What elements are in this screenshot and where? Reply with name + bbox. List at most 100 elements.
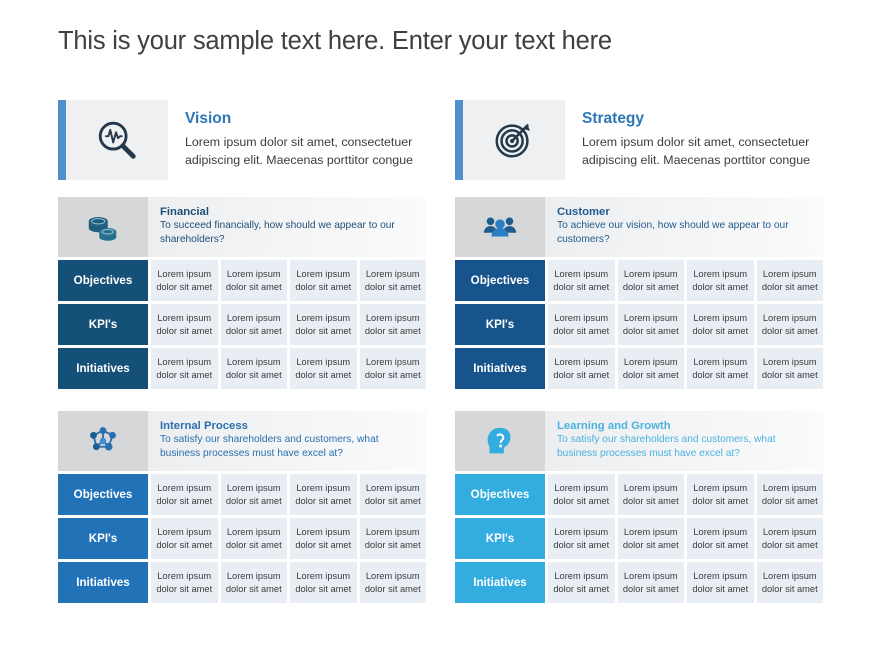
row-cells: Lorem ipsum dolor sit amet Lorem ipsum d… xyxy=(151,348,426,389)
people-group-icon xyxy=(481,208,519,246)
table-cell[interactable]: Lorem ipsum dolor sit amet xyxy=(548,348,615,389)
row-cells: Lorem ipsum dolor sit amet Lorem ipsum d… xyxy=(151,304,426,345)
row-cells: Lorem ipsum dolor sit amet Lorem ipsum d… xyxy=(548,304,823,345)
quadrant-subtitle: To achieve our vision, how should we app… xyxy=(557,220,789,246)
quadrant-title: Customer xyxy=(557,206,610,218)
table-cell[interactable]: Lorem ipsum dolor sit amet xyxy=(617,474,684,515)
statement-card-strategy: Strategy Lorem ipsum dolor sit amet, con… xyxy=(455,100,823,180)
table-row: KPI's Lorem ipsum dolor sit amet Lorem i… xyxy=(455,304,823,345)
table-cell[interactable]: Lorem ipsum dolor sit amet xyxy=(359,474,426,515)
row-cells: Lorem ipsum dolor sit amet Lorem ipsum d… xyxy=(548,474,823,515)
table-cell[interactable]: Lorem ipsum dolor sit amet xyxy=(151,474,218,515)
statement-icon-box xyxy=(463,100,565,180)
table-cell[interactable]: Lorem ipsum dolor sit amet xyxy=(290,260,357,301)
table-cell[interactable]: Lorem ipsum dolor sit amet xyxy=(617,304,684,345)
statement-body: Vision Lorem ipsum dolor sit amet, conse… xyxy=(168,100,426,180)
quadrant-header-text: Internal Process To satisfy our sharehol… xyxy=(148,411,426,471)
table-row: KPI's Lorem ipsum dolor sit amet Lorem i… xyxy=(455,518,823,559)
quadrant-icon-box xyxy=(58,411,148,471)
table-cell[interactable]: Lorem ipsum dolor sit amet xyxy=(617,518,684,559)
table-cell[interactable]: Lorem ipsum dolor sit amet xyxy=(687,518,754,559)
table-cell[interactable]: Lorem ipsum dolor sit amet xyxy=(151,304,218,345)
table-cell[interactable]: Lorem ipsum dolor sit amet xyxy=(290,562,357,603)
table-row: Initiatives Lorem ipsum dolor sit amet L… xyxy=(455,348,823,389)
quadrant-header-text: Financial To succeed financially, how sh… xyxy=(148,197,426,257)
table-cell[interactable]: Lorem ipsum dolor sit amet xyxy=(548,518,615,559)
table-cell[interactable]: Lorem ipsum dolor sit amet xyxy=(687,348,754,389)
table-cell[interactable]: Lorem ipsum dolor sit amet xyxy=(548,562,615,603)
row-label-kpis: KPI's xyxy=(455,518,545,559)
table-cell[interactable]: Lorem ipsum dolor sit amet xyxy=(220,474,287,515)
table-cell[interactable]: Lorem ipsum dolor sit amet xyxy=(220,562,287,603)
quadrant-header-text: Learning and Growth To satisfy our share… xyxy=(545,411,823,471)
accent-bar xyxy=(58,100,66,180)
target-arrow-icon xyxy=(491,117,537,163)
table-cell[interactable]: Lorem ipsum dolor sit amet xyxy=(151,518,218,559)
table-cell[interactable]: Lorem ipsum dolor sit amet xyxy=(220,260,287,301)
quadrant-header: Internal Process To satisfy our sharehol… xyxy=(58,411,426,471)
table-cell[interactable]: Lorem ipsum dolor sit amet xyxy=(151,562,218,603)
statement-icon-box xyxy=(66,100,168,180)
network-nodes-icon xyxy=(84,422,122,460)
quadrant-learning-growth: Learning and Growth To satisfy our share… xyxy=(455,411,823,603)
table-cell[interactable]: Lorem ipsum dolor sit amet xyxy=(359,304,426,345)
quadrant-title: Learning and Growth xyxy=(557,420,671,432)
table-row: Objectives Lorem ipsum dolor sit amet Lo… xyxy=(455,474,823,515)
table-cell[interactable]: Lorem ipsum dolor sit amet xyxy=(220,348,287,389)
table-cell[interactable]: Lorem ipsum dolor sit amet xyxy=(756,348,823,389)
table-cell[interactable]: Lorem ipsum dolor sit amet xyxy=(756,304,823,345)
table-cell[interactable]: Lorem ipsum dolor sit amet xyxy=(359,518,426,559)
quadrant-icon-box xyxy=(455,411,545,471)
quadrant-header: Customer To achieve our vision, how shou… xyxy=(455,197,823,257)
table-row: Initiatives Lorem ipsum dolor sit amet L… xyxy=(455,562,823,603)
table-cell[interactable]: Lorem ipsum dolor sit amet xyxy=(290,348,357,389)
table-cell[interactable]: Lorem ipsum dolor sit amet xyxy=(617,260,684,301)
row-label-kpis: KPI's xyxy=(58,518,148,559)
row-cells: Lorem ipsum dolor sit amet Lorem ipsum d… xyxy=(151,474,426,515)
table-cell[interactable]: Lorem ipsum dolor sit amet xyxy=(756,562,823,603)
row-label-kpis: KPI's xyxy=(58,304,148,345)
quadrant-financial: Financial To succeed financially, how sh… xyxy=(58,197,426,389)
quadrant-title: Financial xyxy=(160,206,209,218)
quadrant-internal-process: Internal Process To satisfy our sharehol… xyxy=(58,411,426,603)
table-cell[interactable]: Lorem ipsum dolor sit amet xyxy=(151,260,218,301)
table-row: Initiatives Lorem ipsum dolor sit amet L… xyxy=(58,562,426,603)
table-row: KPI's Lorem ipsum dolor sit amet Lorem i… xyxy=(58,304,426,345)
table-cell[interactable]: Lorem ipsum dolor sit amet xyxy=(220,518,287,559)
table-cell[interactable]: Lorem ipsum dolor sit amet xyxy=(290,304,357,345)
table-cell[interactable]: Lorem ipsum dolor sit amet xyxy=(756,518,823,559)
table-cell[interactable]: Lorem ipsum dolor sit amet xyxy=(687,304,754,345)
row-label-initiatives: Initiatives xyxy=(58,348,148,389)
row-label-objectives: Objectives xyxy=(58,260,148,301)
table-cell[interactable]: Lorem ipsum dolor sit amet xyxy=(617,348,684,389)
table-cell[interactable]: Lorem ipsum dolor sit amet xyxy=(290,474,357,515)
table-row: Objectives Lorem ipsum dolor sit amet Lo… xyxy=(455,260,823,301)
table-row: Initiatives Lorem ipsum dolor sit amet L… xyxy=(58,348,426,389)
row-cells: Lorem ipsum dolor sit amet Lorem ipsum d… xyxy=(548,562,823,603)
row-cells: Lorem ipsum dolor sit amet Lorem ipsum d… xyxy=(548,518,823,559)
table-cell[interactable]: Lorem ipsum dolor sit amet xyxy=(290,518,357,559)
row-cells: Lorem ipsum dolor sit amet Lorem ipsum d… xyxy=(151,562,426,603)
table-cell[interactable]: Lorem ipsum dolor sit amet xyxy=(687,260,754,301)
table-cell[interactable]: Lorem ipsum dolor sit amet xyxy=(617,562,684,603)
statement-title: Strategy xyxy=(582,110,645,128)
table-cell[interactable]: Lorem ipsum dolor sit amet xyxy=(548,474,615,515)
quadrant-customer: Customer To achieve our vision, how shou… xyxy=(455,197,823,389)
row-label-initiatives: Initiatives xyxy=(455,348,545,389)
table-cell[interactable]: Lorem ipsum dolor sit amet xyxy=(359,562,426,603)
row-label-objectives: Objectives xyxy=(58,474,148,515)
table-cell[interactable]: Lorem ipsum dolor sit amet xyxy=(359,260,426,301)
table-cell[interactable]: Lorem ipsum dolor sit amet xyxy=(687,474,754,515)
table-row: Objectives Lorem ipsum dolor sit amet Lo… xyxy=(58,260,426,301)
table-cell[interactable]: Lorem ipsum dolor sit amet xyxy=(359,348,426,389)
table-cell[interactable]: Lorem ipsum dolor sit amet xyxy=(220,304,287,345)
table-cell[interactable]: Lorem ipsum dolor sit amet xyxy=(687,562,754,603)
row-label-objectives: Objectives xyxy=(455,474,545,515)
table-cell[interactable]: Lorem ipsum dolor sit amet xyxy=(151,348,218,389)
table-cell[interactable]: Lorem ipsum dolor sit amet xyxy=(756,474,823,515)
table-cell[interactable]: Lorem ipsum dolor sit amet xyxy=(548,304,615,345)
magnifier-pulse-icon xyxy=(94,117,140,163)
statement-body: Strategy Lorem ipsum dolor sit amet, con… xyxy=(565,100,823,180)
table-cell[interactable]: Lorem ipsum dolor sit amet xyxy=(548,260,615,301)
table-cell[interactable]: Lorem ipsum dolor sit amet xyxy=(756,260,823,301)
